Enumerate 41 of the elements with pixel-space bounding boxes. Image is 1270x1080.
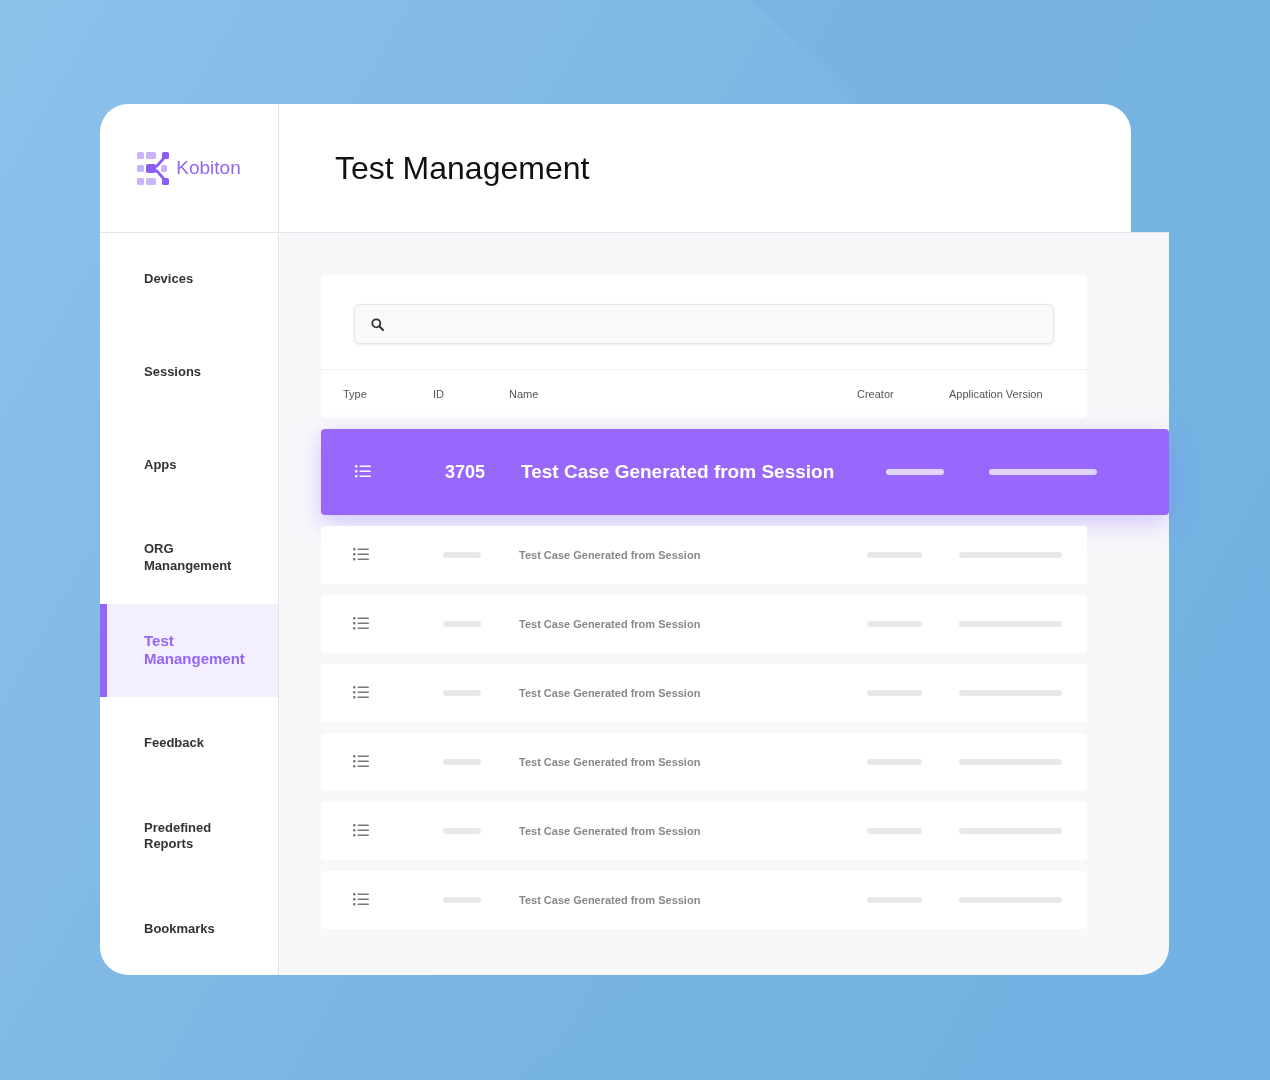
table-row[interactable]: 3705 Test Case Generated from Session (321, 429, 1169, 515)
table-row[interactable]: Test Case Generated from Session (321, 595, 1087, 653)
list-icon (353, 754, 369, 768)
placeholder-bar (886, 469, 944, 475)
logo-icon (137, 151, 171, 185)
table-row[interactable]: Test Case Generated from Session (321, 802, 1087, 860)
name-cell-text: Test Case Generated from Session (519, 756, 702, 768)
sidebar-item[interactable]: Devices (100, 233, 278, 326)
column-header: Creator (857, 388, 895, 400)
sidebar-item[interactable]: Feedback (100, 696, 278, 790)
table-row[interactable]: Test Case Generated from Session (321, 871, 1087, 929)
list-icon (353, 685, 369, 699)
page-title: Test Management (335, 149, 590, 187)
sidebar-item[interactable]: Sessions (100, 325, 278, 419)
name-cell-text: Test Case Generated from Session (519, 825, 702, 837)
name-cell-text: Test Case Generated from Session (521, 461, 836, 483)
search-icon (371, 317, 384, 331)
sidebar-item[interactable]: Predefined Reports (100, 789, 278, 883)
list-icon (355, 465, 371, 478)
table-row[interactable]: Test Case Generated from Session (321, 733, 1087, 791)
sidebar-item[interactable]: Test Manangement (100, 604, 278, 697)
table-row[interactable]: Test Case Generated from Session (321, 664, 1087, 722)
search-field[interactable] (354, 304, 1054, 344)
name-cell-text: Test Case Generated from Session (519, 549, 702, 561)
id-cell-text: 3705 (445, 461, 487, 483)
column-header: Type (343, 388, 368, 400)
sidebar-item[interactable]: Bookmarks (100, 882, 278, 975)
table-row[interactable]: Test Case Generated from Session (321, 526, 1087, 584)
brand-name: Kobiton (176, 157, 241, 179)
name-cell-text: Test Case Generated from Session (519, 687, 702, 699)
name-cell-text: Test Case Generated from Session (519, 894, 702, 906)
list-icon (353, 892, 369, 906)
column-header: Application Version (949, 388, 1044, 400)
sidebar-item[interactable]: Apps (100, 418, 278, 512)
name-cell-text: Test Case Generated from Session (519, 618, 702, 630)
list-icon (353, 616, 369, 630)
list-icon (353, 823, 369, 837)
sidebar-item[interactable]: ORG Manangement (100, 511, 278, 604)
column-header: Name (509, 388, 540, 400)
list-icon (353, 547, 369, 561)
column-header: ID (433, 388, 445, 400)
